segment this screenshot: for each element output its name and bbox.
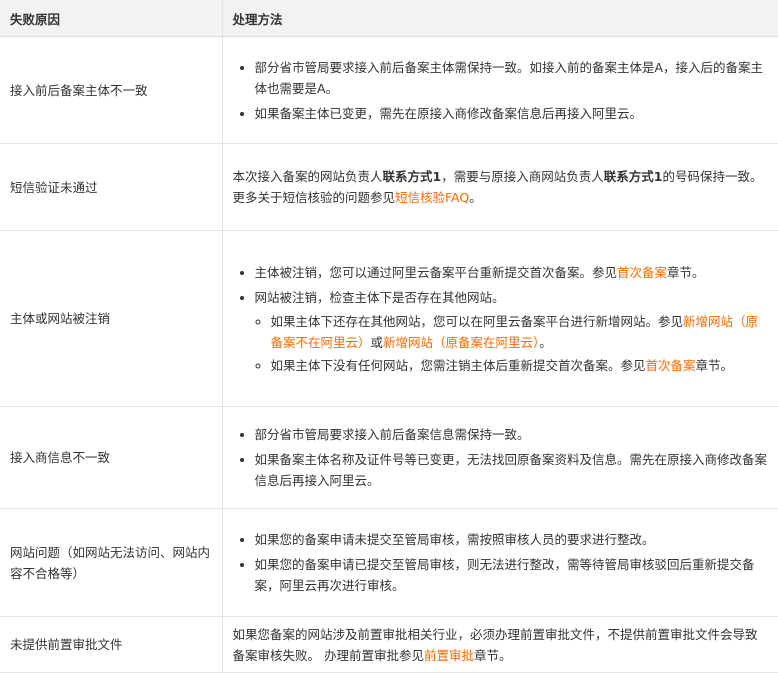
table-row: 主体或网站被注销 主体被注销，您可以通过阿里云备案平台重新提交首次备案。参见首次…: [0, 230, 778, 407]
sms-faq-link[interactable]: 短信核验FAQ: [395, 190, 469, 205]
text: 主体被注销，您可以通过阿里云备案平台重新提交首次备案。参见: [254, 264, 618, 280]
header-solution: 处理方法: [222, 0, 778, 37]
reason-cell: 接入前后备案主体不一致: [0, 36, 223, 144]
list-item: 如果您的备案申请未提交至管局审核，需按照审核人员的要求进行整改。: [255, 529, 769, 550]
paragraph: 本次接入备案的网站负责人联系方式1，需要与原接入商网站负责人联系方式1的号码保持…: [233, 166, 769, 187]
new-website-aliyun-link[interactable]: 新增网站（原备案在阿里云）: [383, 335, 539, 350]
paragraph: 如果您备案的网站涉及前置审批相关行业，必须办理前置审批文件，不提供前置审批文件会…: [233, 624, 769, 666]
pre-approval-link[interactable]: 前置审批: [424, 648, 474, 663]
solution-cell: 如果您的备案申请未提交至管局审核，需按照审核人员的要求进行整改。 如果您的备案申…: [222, 508, 778, 617]
text: 更多关于短信核验的问题参见: [232, 190, 396, 205]
list-item: 如果备案主体已变更，需先在原接入商修改备案信息后再接入阿里云。: [255, 103, 769, 124]
text: 章节。: [667, 264, 705, 280]
list-item: 主体被注销，您可以通过阿里云备案平台重新提交首次备案。参见首次备案章节。: [255, 262, 769, 283]
reason-cell: 未提供前置审批文件: [0, 616, 223, 673]
list-item: 如果您的备案申请已提交至管局审核，则无法进行整改，需等待管局审核驳回后重新提交备…: [255, 554, 769, 596]
table-row: 接入前后备案主体不一致 部分省市管局要求接入前后备案主体需保持一致。如接入前的备…: [0, 36, 778, 144]
bold-text: 联系方式1: [382, 169, 442, 184]
solution-cell: 部分省市管局要求接入前后备案信息需保持一致。 如果备案主体名称及证件号等已变更，…: [222, 406, 778, 509]
list-item: 网站被注销，检查主体下是否存在其他网站。 如果主体下还存在其他网站，您可以在阿里…: [255, 287, 769, 376]
solution-cell: 部分省市管局要求接入前后备案主体需保持一致。如接入前的备案主体是A，接入后的备案…: [222, 36, 778, 144]
text: 章节。: [695, 357, 734, 373]
sub-list-item: 如果主体下还存在其他网站，您可以在阿里云备案平台进行新增网站。参见新增网站（原备…: [271, 311, 769, 353]
header-failure-reason: 失败原因: [0, 0, 223, 37]
text: 或: [370, 334, 384, 350]
bold-text: 联系方式1: [603, 169, 663, 184]
bullet-list: 主体被注销，您可以通过阿里云备案平台重新提交首次备案。参见首次备案章节。 网站被…: [233, 262, 769, 376]
reason-cell: 网站问题（如网站无法访问、网站内容不合格等）: [0, 508, 223, 617]
first-filing-link[interactable]: 首次备案: [617, 265, 667, 280]
paragraph: 更多关于短信核验的问题参见短信核验FAQ。: [233, 187, 769, 208]
text: 本次接入备案的网站负责人: [232, 169, 383, 184]
bullet-list: 部分省市管局要求接入前后备案主体需保持一致。如接入前的备案主体是A，接入后的备案…: [233, 57, 769, 124]
table-row: 网站问题（如网站无法访问、网站内容不合格等） 如果您的备案申请未提交至管局审核，…: [0, 508, 778, 617]
list-item: 部分省市管局要求接入前后备案主体需保持一致。如接入前的备案主体是A，接入后的备案…: [255, 57, 769, 99]
text: 。: [539, 334, 552, 350]
text: 章节。: [474, 647, 512, 663]
text: 网站被注销，检查主体下是否存在其他网站。: [254, 289, 505, 305]
table-row: 未提供前置审批文件 如果您备案的网站涉及前置审批相关行业，必须办理前置审批文件，…: [0, 616, 778, 673]
sub-bullet-list: 如果主体下还存在其他网站，您可以在阿里云备案平台进行新增网站。参见新增网站（原备…: [255, 311, 769, 376]
text: 如果主体下还存在其他网站，您可以在阿里云备案平台进行新增网站。参见: [270, 313, 684, 329]
sub-list-item: 如果主体下没有任何网站，您需注销主体后重新提交首次备案。参见首次备案章节。: [271, 355, 769, 376]
text: ，需要与原接入商网站负责人: [441, 169, 604, 184]
text: 如果主体下没有任何网站，您需注销主体后重新提交首次备案。参见: [270, 357, 646, 373]
reason-cell: 主体或网站被注销: [0, 230, 223, 407]
list-item: 部分省市管局要求接入前后备案信息需保持一致。: [255, 424, 769, 445]
text: 的号码保持一致。: [662, 169, 763, 184]
list-item: 如果备案主体名称及证件号等已变更，无法找回原备案资料及信息。需先在原接入商修改备…: [255, 449, 769, 491]
table-row: 短信验证未通过 本次接入备案的网站负责人联系方式1，需要与原接入商网站负责人联系…: [0, 143, 778, 231]
reason-cell: 短信验证未通过: [0, 143, 223, 231]
text: 。: [469, 190, 482, 205]
failure-reasons-table: 失败原因 处理方法 接入前后备案主体不一致 部分省市管局要求接入前后备案主体需保…: [0, 0, 778, 673]
solution-cell: 如果您备案的网站涉及前置审批相关行业，必须办理前置审批文件，不提供前置审批文件会…: [222, 616, 778, 673]
solution-cell: 主体被注销，您可以通过阿里云备案平台重新提交首次备案。参见首次备案章节。 网站被…: [222, 230, 778, 407]
reason-cell: 接入商信息不一致: [0, 406, 223, 509]
table-row: 接入商信息不一致 部分省市管局要求接入前后备案信息需保持一致。 如果备案主体名称…: [0, 406, 778, 509]
bullet-list: 如果您的备案申请未提交至管局审核，需按照审核人员的要求进行整改。 如果您的备案申…: [233, 529, 769, 596]
bullet-list: 部分省市管局要求接入前后备案信息需保持一致。 如果备案主体名称及证件号等已变更，…: [233, 424, 769, 491]
solution-cell: 本次接入备案的网站负责人联系方式1，需要与原接入商网站负责人联系方式1的号码保持…: [222, 143, 778, 231]
table-header-row: 失败原因 处理方法: [0, 0, 778, 37]
first-filing-link-2[interactable]: 首次备案: [646, 358, 696, 373]
